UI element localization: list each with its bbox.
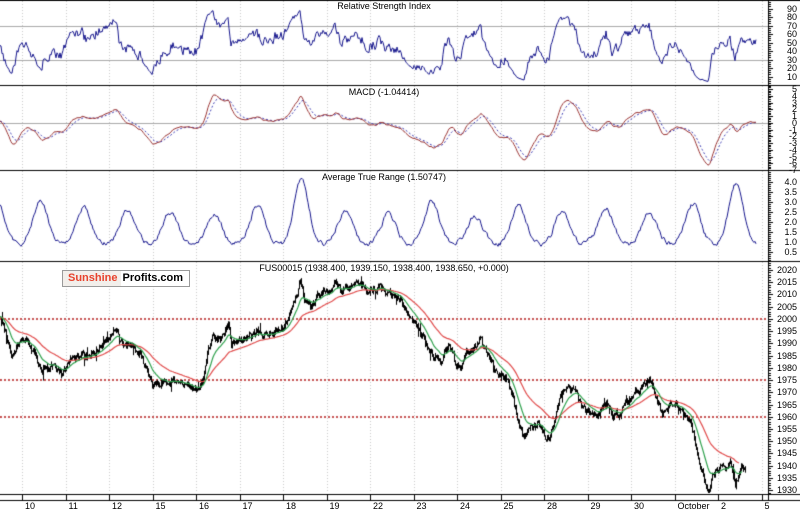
y-axis-tick-label: 1940 <box>776 460 797 471</box>
y-axis-tick-label: 2.5 <box>784 207 797 217</box>
y-axis-tick-label: 1955 <box>776 423 797 434</box>
y-axis-tick-label: 2015 <box>776 277 797 288</box>
x-axis-tick-label: 30 <box>634 501 645 511</box>
logo-profits-text: Profits.com <box>120 271 190 286</box>
x-axis-tick-label: 10 <box>25 501 36 511</box>
x-axis-tick-label: 15 <box>155 501 166 511</box>
y-axis-tick-label: 1960 <box>776 411 797 422</box>
y-axis-tick-label: 1950 <box>776 436 797 447</box>
y-axis-tick-label: 2000 <box>776 313 797 324</box>
y-axis-tick-label: 2005 <box>776 301 797 312</box>
y-axis-tick-label: 1970 <box>776 387 797 398</box>
x-axis-tick-label: 5 <box>764 501 770 511</box>
y-axis-tick-label: 2.0 <box>784 217 797 227</box>
y-axis-tick-label: 1965 <box>776 399 797 410</box>
x-axis-tick-label: 16 <box>199 501 210 511</box>
y-axis-tick-label: 1.5 <box>784 227 797 237</box>
x-axis-tick-label: 23 <box>416 501 427 511</box>
sunshine-profits-logo[interactable]: Sunshine Profits.com <box>62 270 191 287</box>
y-axis-tick-label: 1945 <box>776 448 797 459</box>
chart-canvas <box>0 0 800 512</box>
x-axis-tick-label: 29 <box>590 501 601 511</box>
y-axis-tick-label: 2020 <box>776 265 797 276</box>
y-axis-tick-label: 4.0 <box>784 177 797 187</box>
x-axis-tick-label: 12 <box>112 501 123 511</box>
y-axis-tick-label: 3.5 <box>784 187 797 197</box>
x-axis-tick-label: 24 <box>460 501 471 511</box>
y-axis-tick-label: 1.0 <box>784 237 797 247</box>
x-axis-tick-label: 11 <box>68 501 78 511</box>
x-axis-tick-label: 2 <box>721 501 727 511</box>
y-axis-tick-label: -7 <box>788 165 797 175</box>
atr-panel-title: Average True Range (1.50747) <box>322 172 446 182</box>
y-axis-tick-label: 1995 <box>776 326 797 337</box>
y-axis-tick-label: 1985 <box>776 350 797 361</box>
y-axis-tick-label: 0.5 <box>784 247 797 257</box>
x-axis-tick-label: 22 <box>373 501 384 511</box>
y-axis-tick-label: 1935 <box>776 472 797 483</box>
y-axis-tick-label: 1930 <box>776 485 797 496</box>
x-axis-tick-label: 25 <box>503 501 514 511</box>
y-axis-tick-label: 3.0 <box>784 197 797 207</box>
x-axis-tick-label: 28 <box>547 501 558 511</box>
rsi-panel-title: Relative Strength Index <box>337 1 431 11</box>
x-axis-tick-label: 17 <box>242 501 253 511</box>
y-axis-tick-label: 1980 <box>776 362 797 373</box>
y-axis-tick-label: 1975 <box>776 375 797 386</box>
y-axis-tick-label: 1990 <box>776 338 797 349</box>
x-axis-tick-label: 18 <box>286 501 297 511</box>
y-axis-tick-label: 10 <box>786 71 797 82</box>
x-axis-tick-label: 19 <box>329 501 340 511</box>
logo-sunshine-text: Sunshine <box>63 271 121 286</box>
chart-window: Relative Strength Index MACD (-1.04414) … <box>0 0 800 512</box>
y-axis-tick-label: 2010 <box>776 289 797 300</box>
x-axis-tick-label: October <box>677 501 710 511</box>
macd-panel-title: MACD (-1.04414) <box>348 87 420 97</box>
